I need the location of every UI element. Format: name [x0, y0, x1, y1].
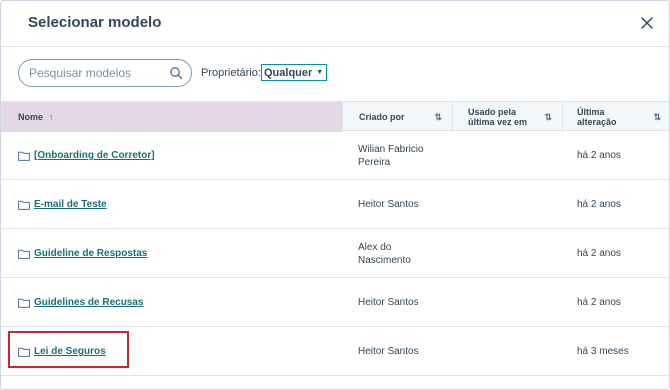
modal-title: Selecionar modelo	[28, 14, 162, 31]
owner-dropdown-value: Qualquer	[264, 66, 313, 79]
column-header-last-altered[interactable]: Última alteração ⇅	[563, 102, 669, 132]
template-link[interactable]: Guidelines de Recusas	[34, 297, 144, 308]
owner-label: Proprietário:	[201, 67, 261, 79]
column-header-created-by[interactable]: Criado por ⇅	[343, 102, 453, 132]
search-input[interactable]	[29, 64, 169, 82]
created-by-cell: Heitor Santos	[358, 199, 419, 210]
last-altered-cell: há 2 anos	[577, 297, 621, 308]
created-by-cell: Heitor Santos	[358, 297, 419, 308]
select-template-modal: Selecionar modelo Proprietário: Qualquer…	[0, 0, 670, 390]
template-link[interactable]: [Onboarding de Corretor]	[34, 150, 155, 161]
created-by-cell: Alex do Nascimento	[358, 241, 411, 266]
template-name-cell: [Onboarding de Corretor]	[18, 131, 338, 180]
highlight-box	[8, 331, 129, 368]
template-name-cell: E-mail de Teste	[18, 180, 338, 229]
folder-icon	[18, 298, 30, 308]
template-link[interactable]: E-mail de Teste	[34, 199, 107, 210]
table-row[interactable]: [Onboarding de Corretor] Wilian Fabricio…	[1, 131, 669, 180]
column-header-last-used[interactable]: Usado pela última vez em ⇅	[453, 102, 563, 132]
column-header-created-by-label: Criado por	[359, 112, 405, 122]
table-header: Nome ↑ Criado por ⇅ Usado pela última ve…	[1, 101, 669, 132]
last-altered-cell: há 2 anos	[577, 248, 621, 259]
table-row[interactable]: Guidelines de Recusas Heitor Santos há 2…	[1, 278, 669, 327]
last-altered-cell: há 2 anos	[577, 150, 621, 161]
table-row[interactable]: Guideline de Respostas Alex do Nasciment…	[1, 229, 669, 278]
column-header-name-label: Nome	[18, 112, 44, 122]
folder-icon	[18, 151, 30, 161]
sort-icon[interactable]: ⇅	[544, 112, 552, 123]
template-name-cell: Guidelines de Recusas	[18, 278, 338, 327]
template-name-cell: Guideline de Respostas	[18, 229, 338, 278]
created-by-cell: Heitor Santos	[358, 346, 419, 357]
sort-ascending-icon[interactable]: ↑	[49, 112, 54, 122]
sort-icon[interactable]: ⇅	[653, 112, 661, 123]
toolbar: Proprietário: Qualquer ▼	[1, 47, 669, 101]
modal-header: Selecionar modelo	[1, 1, 669, 47]
created-by-cell: Wilian Fabricio Pereira	[358, 143, 424, 168]
table-row[interactable]: E-mail de Teste Heitor Santos há 2 anos	[1, 180, 669, 229]
column-header-last-altered-label: Última alteração	[577, 107, 617, 127]
column-header-last-used-label: Usado pela última vez em	[468, 107, 528, 127]
column-header-name[interactable]: Nome ↑	[1, 102, 343, 132]
last-altered-cell: há 2 anos	[577, 199, 621, 210]
template-link[interactable]: Guideline de Respostas	[34, 248, 147, 259]
folder-icon	[18, 249, 30, 259]
chevron-down-icon: ▼	[316, 69, 324, 76]
sort-icon[interactable]: ⇅	[434, 112, 442, 123]
close-icon[interactable]	[638, 14, 656, 32]
search-box[interactable]	[18, 59, 192, 87]
last-altered-cell: há 3 meses	[577, 346, 629, 357]
search-icon[interactable]	[169, 66, 183, 80]
folder-icon	[18, 200, 30, 210]
owner-dropdown[interactable]: Qualquer ▼	[261, 64, 328, 81]
